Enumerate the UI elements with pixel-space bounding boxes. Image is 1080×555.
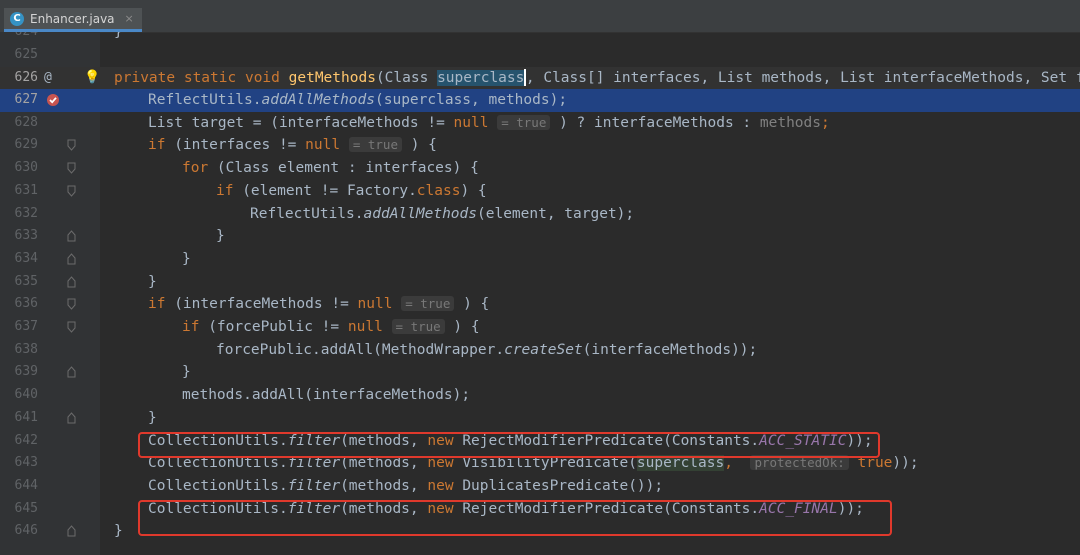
code-line: 628 List target = (interfaceMethods != n… bbox=[0, 112, 1080, 135]
line-number: 646 bbox=[14, 523, 38, 539]
code-text: } bbox=[148, 409, 157, 426]
breakpoint-icon[interactable] bbox=[46, 93, 60, 107]
code-line: 636 if (interfaceMethods != null = true … bbox=[0, 293, 1080, 316]
code-text: } bbox=[182, 250, 191, 267]
annotation-box-acc-final bbox=[138, 500, 892, 536]
fold-icon[interactable] bbox=[67, 162, 76, 174]
code-text: if (interfaces != null = true ) { bbox=[148, 137, 437, 154]
code-line: 638 forcePublic.addAll(MethodWrapper.cre… bbox=[0, 339, 1080, 362]
code-text: } bbox=[114, 523, 123, 540]
code-text: CollectionUtils.filter(methods, new Dupl… bbox=[148, 477, 664, 494]
line-number: 631 bbox=[14, 182, 38, 198]
line-number: 628 bbox=[14, 114, 38, 130]
code-text: if (interfaceMethods != null = true ) { bbox=[148, 296, 490, 313]
fold-icon[interactable] bbox=[67, 230, 76, 242]
code-line-selected: 627 ReflectUtils.addAllMethods(superclas… bbox=[0, 89, 1080, 112]
fold-icon[interactable] bbox=[67, 298, 76, 311]
line-number: 641 bbox=[14, 409, 38, 425]
code-line: 635 } bbox=[0, 271, 1080, 294]
code-editor[interactable]: 624 } 625 626 @ 💡 private static void ge… bbox=[0, 32, 1080, 555]
code-line: 637 if (forcePublic != null = true ) { bbox=[0, 316, 1080, 339]
code-text: for (Class element : interfaces) { bbox=[182, 160, 479, 177]
inline-value-hint: = true bbox=[497, 114, 551, 130]
code-text: List target = (interfaceMethods != null … bbox=[148, 114, 830, 131]
code-text: } bbox=[114, 32, 123, 40]
line-number: 643 bbox=[14, 455, 38, 471]
line-number: 635 bbox=[14, 273, 38, 289]
code-line: 624 } bbox=[0, 32, 1080, 44]
code-text: if (element != Factory.class) { bbox=[216, 182, 487, 199]
code-text: ReflectUtils.addAllMethods(element, targ… bbox=[250, 205, 635, 222]
code-text: } bbox=[182, 364, 191, 381]
fold-icon[interactable] bbox=[67, 525, 76, 537]
code-text: forcePublic.addAll(MethodWrapper.createS… bbox=[216, 341, 758, 358]
code-line: 634 } bbox=[0, 248, 1080, 271]
fold-icon[interactable] bbox=[67, 185, 76, 197]
close-icon[interactable]: × bbox=[125, 12, 134, 25]
line-number: 627 bbox=[14, 92, 38, 107]
line-number: 639 bbox=[14, 364, 38, 380]
fold-icon[interactable] bbox=[67, 412, 76, 424]
code-line: 630 for (Class element : interfaces) { bbox=[0, 157, 1080, 180]
code-line: 625 bbox=[0, 44, 1080, 67]
line-number: 642 bbox=[14, 432, 38, 448]
line-number: 637 bbox=[14, 319, 38, 334]
line-number: 633 bbox=[14, 228, 38, 244]
fold-icon[interactable] bbox=[67, 366, 76, 378]
tab-enhancer-java[interactable]: C Enhancer.java × bbox=[4, 8, 142, 32]
fold-icon[interactable] bbox=[67, 253, 76, 265]
annotation-box-acc-static bbox=[138, 432, 880, 458]
code-text: ReflectUtils.addAllMethods(superclass, m… bbox=[148, 92, 568, 108]
fold-icon[interactable] bbox=[67, 321, 76, 333]
line-number: 636 bbox=[14, 296, 38, 312]
line-number: 626 bbox=[14, 69, 38, 85]
editor-tab-bar: C Enhancer.java × bbox=[0, 6, 1080, 33]
code-text: private static void getMethods(Class sup… bbox=[114, 69, 1080, 86]
code-line: 629 if (interfaces != null = true ) { bbox=[0, 134, 1080, 157]
override-at-icon[interactable]: @ bbox=[44, 67, 52, 90]
line-number: 625 bbox=[14, 46, 38, 62]
line-number: 640 bbox=[14, 387, 38, 403]
code-line: 641 } bbox=[0, 407, 1080, 430]
line-number: 644 bbox=[14, 477, 38, 493]
inline-value-hint: = true bbox=[401, 296, 455, 312]
tab-label: Enhancer.java bbox=[30, 11, 115, 26]
inline-value-hint: = true bbox=[391, 319, 445, 334]
code-text: methods.addAll(interfaceMethods); bbox=[182, 387, 471, 404]
code-line: 633 } bbox=[0, 225, 1080, 248]
code-text: if (forcePublic != null = true ) { bbox=[182, 319, 480, 335]
code-line: 639 } bbox=[0, 361, 1080, 384]
line-number: 634 bbox=[14, 250, 38, 266]
line-number: 638 bbox=[14, 341, 38, 357]
fold-icon[interactable] bbox=[67, 139, 76, 152]
java-class-icon: C bbox=[10, 11, 24, 26]
inline-value-hint: = true bbox=[348, 137, 402, 153]
code-line: 626 @ 💡 private static void getMethods(C… bbox=[0, 66, 1080, 90]
line-number: 630 bbox=[14, 160, 38, 176]
code-line: 632 ReflectUtils.addAllMethods(element, … bbox=[0, 203, 1080, 226]
code-line: 640 methods.addAll(interfaceMethods); bbox=[0, 384, 1080, 407]
selected-word: superclass bbox=[437, 69, 525, 86]
line-number: 645 bbox=[14, 500, 38, 516]
line-number: 632 bbox=[14, 205, 38, 221]
line-number: 629 bbox=[14, 137, 38, 153]
code-text: } bbox=[148, 273, 157, 290]
lightbulb-icon[interactable]: 💡 bbox=[84, 67, 100, 90]
code-line: 644 CollectionUtils.filter(methods, new … bbox=[0, 475, 1080, 498]
fold-icon[interactable] bbox=[67, 275, 76, 288]
code-text: } bbox=[216, 228, 225, 245]
line-number: 624 bbox=[0, 32, 38, 44]
code-line: 631 if (element != Factory.class) { bbox=[0, 180, 1080, 203]
